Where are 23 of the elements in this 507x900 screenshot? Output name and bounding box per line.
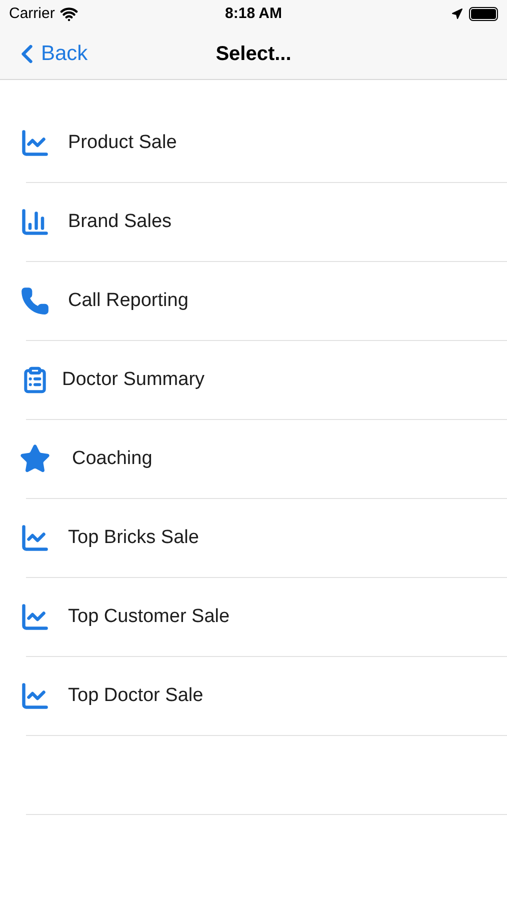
trend-chart-icon — [20, 602, 50, 632]
menu-item[interactable]: Doctor Summary — [0, 341, 507, 419]
clock-time: 8:18 AM — [225, 4, 282, 24]
menu-item[interactable]: Coaching — [0, 420, 507, 498]
back-button[interactable]: Back — [12, 38, 88, 70]
menu-item[interactable]: Top Bricks Sale — [0, 499, 507, 577]
trend-chart-icon — [20, 681, 50, 711]
wifi-icon — [60, 5, 78, 23]
menu-item[interactable]: Brand Sales — [0, 183, 507, 261]
menu-item[interactable]: Top Customer Sale — [0, 578, 507, 656]
clipboard-icon — [21, 366, 49, 394]
menu-item[interactable]: Product Sale — [0, 104, 507, 182]
location-icon — [451, 8, 463, 20]
trend-chart-icon — [20, 523, 50, 553]
menu-item[interactable]: Call Reporting — [0, 262, 507, 340]
trend-chart-icon — [20, 128, 50, 158]
star-icon — [19, 443, 51, 475]
carrier-label: Carrier — [9, 4, 55, 24]
phone-icon — [20, 286, 50, 316]
menu-item[interactable]: Top Doctor Sale — [0, 657, 507, 735]
battery-icon — [469, 7, 498, 21]
bar-chart-icon — [20, 207, 50, 237]
screen-title: Select... — [216, 42, 292, 66]
